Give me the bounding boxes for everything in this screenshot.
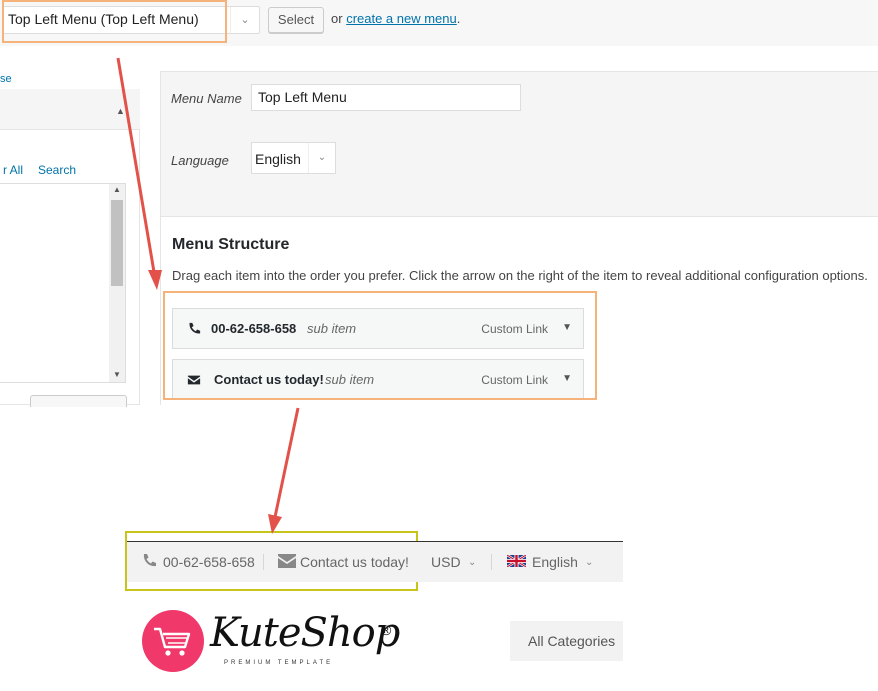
chevron-down-icon: ⌄ <box>468 557 477 568</box>
cart-icon <box>154 627 191 656</box>
category-dropdown-label: All Categories <box>528 633 616 649</box>
arrow-head-2 <box>268 514 282 534</box>
envelope-icon <box>278 554 296 568</box>
language-selector[interactable]: English <box>532 554 578 570</box>
arrow-line-2 <box>273 407 300 518</box>
arrow-head-1 <box>148 270 162 290</box>
phone-icon <box>143 554 156 567</box>
topbar-divider <box>491 554 492 570</box>
logo-registered-mark: ® <box>381 622 392 638</box>
category-dropdown[interactable]: All Categories <box>510 621 623 661</box>
topbar-divider <box>263 554 264 570</box>
uk-flag-icon <box>507 555 526 567</box>
topbar-contact[interactable]: Contact us today! <box>300 554 409 570</box>
arrow-line-1 <box>116 57 156 273</box>
topbar-phone[interactable]: 00-62-658-658 <box>163 554 255 570</box>
logo-tagline: PREMIUM TEMPLATE <box>224 660 334 666</box>
currency-selector[interactable]: USD <box>431 554 461 570</box>
annotation-arrows <box>116 57 300 534</box>
chevron-down-icon: ⌄ <box>585 557 594 568</box>
logo-wordmark[interactable]: KuteShop <box>210 610 400 656</box>
